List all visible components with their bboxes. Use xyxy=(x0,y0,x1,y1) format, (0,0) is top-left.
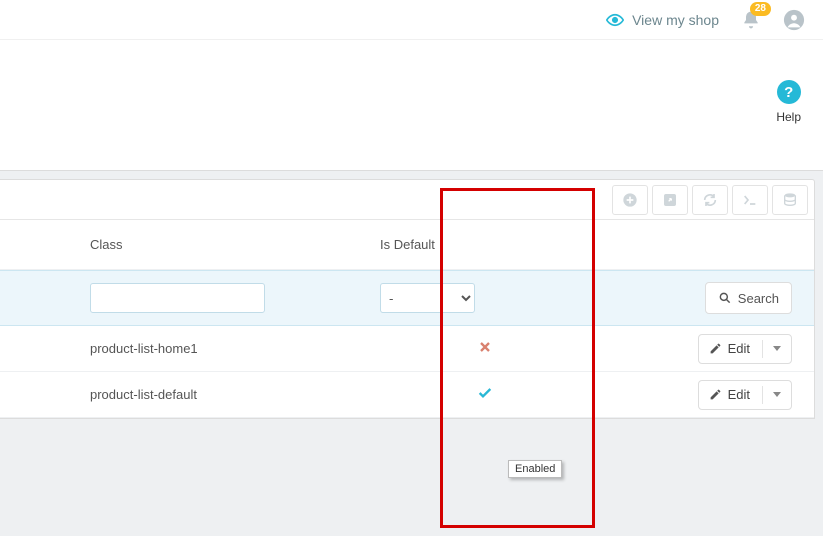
terminal-button[interactable] xyxy=(732,185,768,215)
notifications-button[interactable]: 28 xyxy=(741,10,761,30)
content-area: Class Is Default - Search xyxy=(0,170,823,536)
cross-icon xyxy=(477,339,493,355)
export-button[interactable] xyxy=(652,185,688,215)
notification-badge: 28 xyxy=(750,2,771,16)
tooltip-text: Enabled xyxy=(515,463,555,475)
table-row: product-list-home1 Edit xyxy=(0,326,814,372)
status-disabled-icon[interactable] xyxy=(474,339,496,355)
panel: Class Is Default - Search xyxy=(0,179,815,419)
search-icon xyxy=(718,291,732,305)
edit-label: Edit xyxy=(728,341,750,356)
search-label: Search xyxy=(738,291,779,306)
tooltip: Enabled xyxy=(508,460,562,478)
edit-label: Edit xyxy=(728,387,750,402)
caret-down-icon xyxy=(773,392,781,397)
help-label: Help xyxy=(776,110,801,124)
table-row: product-list-default Edit xyxy=(0,372,814,418)
plus-circle-icon xyxy=(622,192,638,208)
export-icon xyxy=(662,192,678,208)
cell-class: product-list-home1 xyxy=(0,341,360,356)
terminal-icon xyxy=(742,192,758,208)
help-button[interactable]: ? Help xyxy=(776,80,801,124)
check-icon xyxy=(477,385,493,401)
table: Class Is Default - Search xyxy=(0,220,814,418)
refresh-button[interactable] xyxy=(692,185,728,215)
view-my-shop-link[interactable]: View my shop xyxy=(606,11,719,29)
panel-toolbar xyxy=(0,180,814,220)
eye-icon xyxy=(606,11,624,29)
edit-button[interactable]: Edit xyxy=(698,334,792,364)
database-button[interactable] xyxy=(772,185,808,215)
help-icon: ? xyxy=(777,80,801,104)
status-enabled-icon[interactable] xyxy=(474,385,496,401)
table-filter-row: - Search xyxy=(0,270,814,326)
caret-down-icon xyxy=(773,346,781,351)
add-button[interactable] xyxy=(612,185,648,215)
view-shop-label: View my shop xyxy=(632,12,719,28)
cell-class: product-list-default xyxy=(0,387,360,402)
topbar: View my shop 28 xyxy=(0,0,823,40)
edit-button[interactable]: Edit xyxy=(698,380,792,410)
table-header-row: Class Is Default xyxy=(0,220,814,270)
profile-button[interactable] xyxy=(783,9,805,31)
header-is-default[interactable]: Is Default xyxy=(360,237,610,252)
pencil-icon xyxy=(709,388,722,401)
search-button[interactable]: Search xyxy=(705,282,792,314)
filter-class-input[interactable] xyxy=(90,283,265,313)
header-class[interactable]: Class xyxy=(0,237,360,252)
user-circle-icon xyxy=(783,9,805,31)
filter-default-select[interactable]: - xyxy=(380,283,475,313)
refresh-icon xyxy=(702,192,718,208)
database-icon xyxy=(782,192,798,208)
pencil-icon xyxy=(709,342,722,355)
